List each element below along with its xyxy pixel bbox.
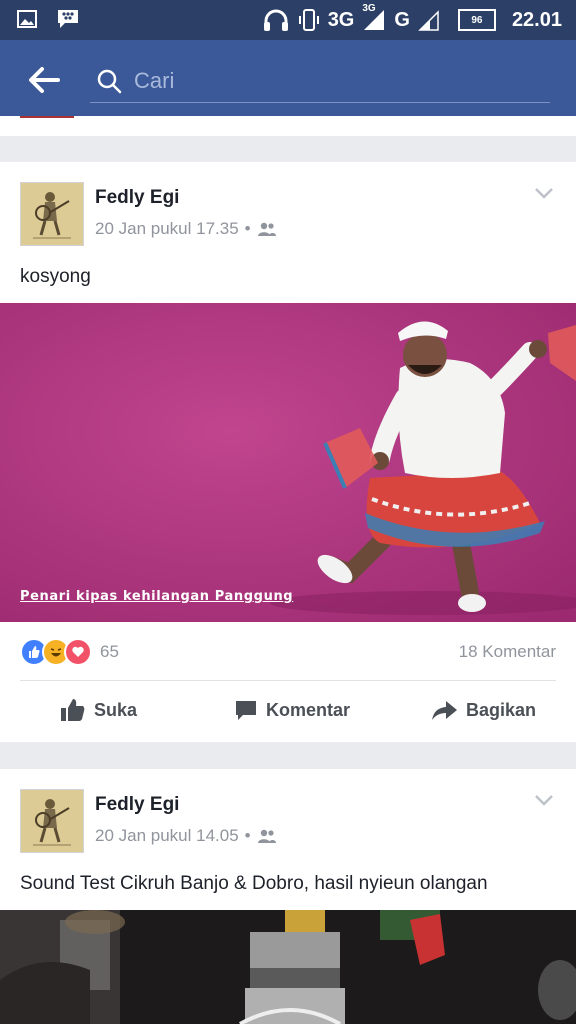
image-icon	[17, 10, 37, 28]
chevron-down-icon[interactable]	[534, 793, 554, 807]
post-author[interactable]: Fedly Egi	[95, 187, 179, 209]
clock: 22.01	[511, 8, 562, 31]
friends-icon	[257, 222, 276, 236]
room-photo	[0, 910, 576, 1024]
share-button[interactable]: Bagikan	[430, 698, 536, 722]
meta-separator: •	[244, 219, 251, 238]
back-arrow-icon[interactable]	[26, 62, 62, 98]
network-3g-small-label: 3G	[362, 3, 376, 14]
post-photo[interactable]: Penari kipas kehilangan Panggung	[0, 303, 576, 622]
post-author[interactable]: Fedly Egi	[95, 794, 179, 816]
headphones-icon	[263, 9, 288, 31]
share-label: Bagikan	[466, 699, 537, 720]
network-3g-label: 3G	[327, 8, 355, 31]
battery-icon: 96	[457, 9, 496, 31]
post-timestamp[interactable]: 20 Jan pukul 14.05	[95, 826, 239, 846]
comment-button[interactable]: Komentar	[234, 698, 350, 722]
search-input[interactable]	[132, 62, 536, 100]
love-reaction-icon	[64, 638, 92, 666]
comment-label: Komentar	[266, 699, 351, 720]
comment-icon	[236, 701, 256, 720]
previous-post-edge	[0, 116, 576, 136]
comment-count[interactable]: 18 Komentar	[459, 642, 556, 662]
dancer-illustration	[0, 303, 576, 622]
friends-icon	[257, 829, 276, 843]
battery-level: 96	[471, 14, 483, 26]
chevron-down-icon[interactable]	[534, 186, 554, 200]
avatar[interactable]	[20, 182, 84, 246]
photo-caption: Penari kipas kehilangan Panggung	[20, 589, 294, 604]
search-icon	[97, 69, 122, 94]
bbm-icon	[58, 10, 78, 28]
avatar-image	[21, 790, 83, 852]
post-meta: 20 Jan pukul 17.35 •	[95, 219, 277, 239]
post-timestamp[interactable]: 20 Jan pukul 17.35	[95, 219, 239, 239]
previous-post-thumbnail-edge	[20, 116, 74, 118]
status-bar: 3G 3G G 96 22.01	[0, 0, 576, 40]
post-photo[interactable]	[0, 910, 576, 1024]
avatar[interactable]	[20, 789, 84, 853]
vibrate-icon	[298, 9, 319, 31]
reaction-summary[interactable]: 65	[20, 638, 119, 666]
post-text: Sound Test Cikruh Banjo & Dobro, hasil n…	[20, 873, 488, 894]
post-card: Fedly Egi 20 Jan pukul 14.05 • Sound Tes…	[0, 769, 576, 1024]
like-icon	[61, 699, 85, 721]
share-icon	[432, 701, 457, 720]
meta-separator: •	[244, 826, 251, 845]
avatar-image	[21, 183, 83, 245]
signal-g-icon	[418, 10, 439, 31]
app-bar	[0, 40, 576, 116]
post-meta: 20 Jan pukul 14.05 •	[95, 826, 277, 846]
like-button[interactable]: Suka	[60, 698, 137, 722]
reaction-count: 65	[100, 642, 119, 661]
like-label: Suka	[94, 699, 138, 720]
post-card: Fedly Egi 20 Jan pukul 17.35 • kosyong P…	[0, 162, 576, 742]
post-divider	[20, 680, 556, 681]
post-text: kosyong	[20, 266, 91, 287]
network-g-label: G	[394, 8, 410, 31]
search-bar[interactable]	[90, 62, 550, 103]
